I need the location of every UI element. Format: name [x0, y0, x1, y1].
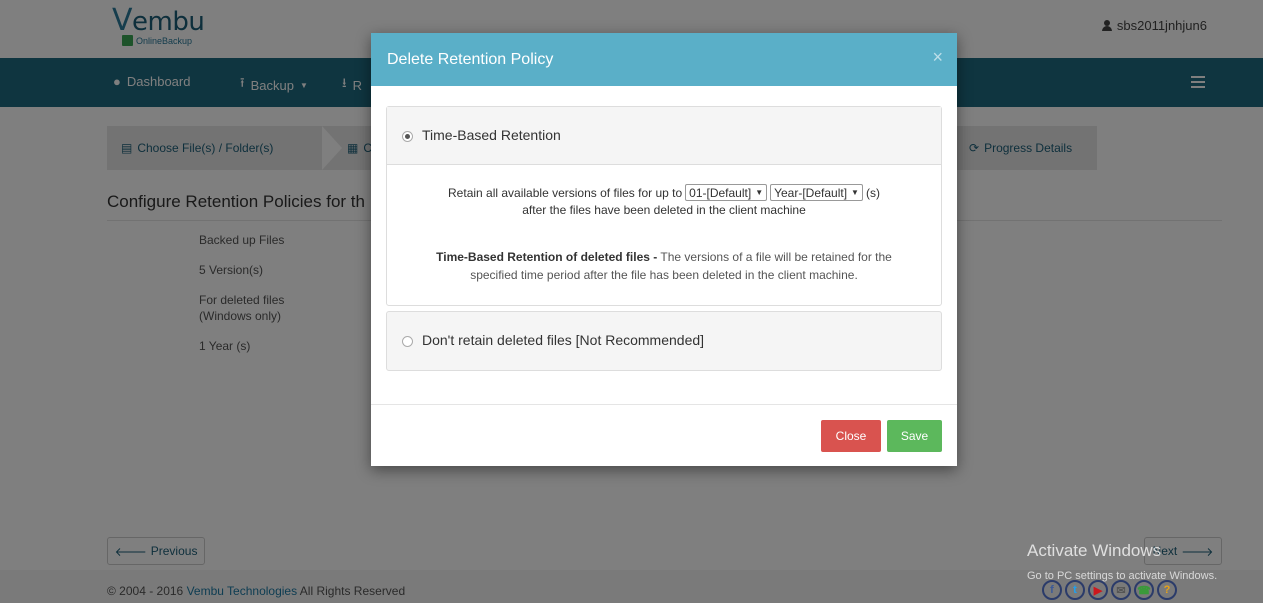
unit-select[interactable]: Year-[Default] ▼ — [770, 184, 863, 201]
phone-icon[interactable]: ☎ — [1134, 580, 1154, 600]
social-links: f t ▶ ✉ ☎ ? — [1042, 580, 1177, 600]
email-icon[interactable]: ✉ — [1111, 580, 1131, 600]
caret-down-icon: ▼ — [755, 188, 764, 197]
youtube-icon[interactable]: ▶ — [1088, 580, 1108, 600]
time-based-retention-label[interactable]: Time-Based Retention — [422, 127, 561, 143]
help-icon[interactable]: ? — [1157, 580, 1177, 600]
save-button[interactable]: Save — [887, 420, 942, 452]
caret-down-icon: ▼ — [851, 188, 859, 197]
modal-title: Delete Retention Policy — [387, 51, 554, 68]
close-button[interactable]: Close — [821, 420, 881, 452]
dont-retain-panel: Don't retain deleted files [Not Recommen… — [386, 311, 942, 371]
close-icon[interactable]: × — [932, 47, 943, 68]
modal-header: Delete Retention Policy × — [371, 33, 957, 86]
period-select[interactable]: 01-[Default] ▼ — [685, 184, 768, 201]
dont-retain-radio[interactable] — [402, 336, 413, 347]
activation-watermark: Activate Windows — [1027, 541, 1162, 560]
dont-retain-label[interactable]: Don't retain deleted files [Not Recommen… — [422, 332, 704, 348]
time-based-retention-radio[interactable] — [402, 131, 413, 142]
delete-retention-policy-dialog: Delete Retention Policy × Time-Based Ret… — [371, 33, 957, 466]
time-based-retention-panel: Time-Based Retention Retain all availabl… — [386, 106, 942, 306]
twitter-icon[interactable]: t — [1065, 580, 1085, 600]
facebook-icon[interactable]: f — [1042, 580, 1062, 600]
retention-description: Time-Based Retention of deleted files - … — [436, 250, 892, 282]
modal-footer-divider — [371, 404, 957, 405]
activation-watermark-sub: Go to PC settings to activate Windows. — [1027, 570, 1218, 582]
